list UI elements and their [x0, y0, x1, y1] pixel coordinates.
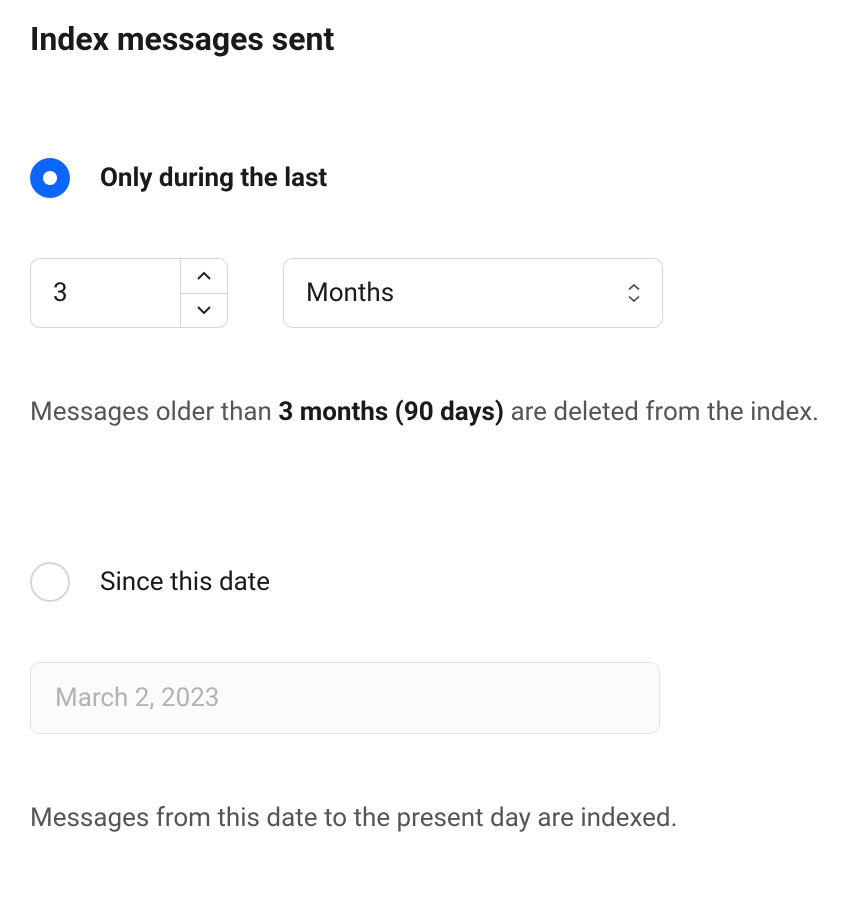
- duration-unit-wrap: Months: [283, 258, 663, 328]
- radio-during-last-label: Only during the last: [100, 163, 327, 193]
- radio-during-last[interactable]: [30, 158, 70, 198]
- helper-suffix: are deleted from the index.: [504, 397, 819, 427]
- radio-since-date[interactable]: [30, 562, 70, 602]
- radio-since-date-label: Since this date: [100, 567, 270, 597]
- helper-prefix: Messages older than: [30, 397, 278, 427]
- chevron-up-icon: [196, 271, 212, 281]
- duration-number-input[interactable]: [30, 258, 180, 328]
- helper-bold: 3 months (90 days): [278, 397, 504, 427]
- duration-number-group: [30, 258, 228, 328]
- option-since-date: Since this date: [30, 562, 826, 602]
- radio-dot-icon: [43, 171, 57, 185]
- page-title: Index messages sent: [30, 20, 826, 58]
- duration-helper-text: Messages older than 3 months (90 days) a…: [30, 393, 826, 432]
- since-date-helper-text: Messages from this date to the present d…: [30, 799, 826, 838]
- option-during-last: Only during the last: [30, 158, 826, 198]
- duration-spinner: [180, 258, 228, 328]
- duration-controls: Months: [30, 258, 826, 328]
- since-date-input[interactable]: [30, 662, 660, 734]
- duration-unit-select[interactable]: Months: [283, 258, 663, 328]
- chevron-down-icon: [196, 305, 212, 315]
- spinner-down-button[interactable]: [181, 294, 227, 328]
- spinner-up-button[interactable]: [181, 259, 227, 294]
